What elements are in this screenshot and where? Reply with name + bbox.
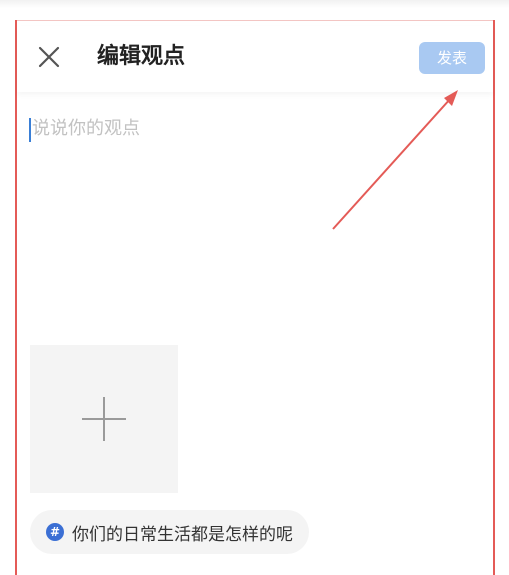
annotation-frame-top bbox=[15, 20, 495, 21]
topic-label: 你们的日常生活都是怎样的呢 bbox=[72, 524, 293, 545]
add-image-button[interactable] bbox=[30, 345, 178, 493]
topic-chip[interactable]: # 你们的日常生活都是怎样的呢 bbox=[30, 510, 309, 554]
editor-header: 编辑观点 发表 bbox=[17, 26, 493, 92]
hashtag-icon: # bbox=[46, 523, 64, 541]
screen: 编辑观点 发表 # 你们的日常生活都是怎样的呢 bbox=[0, 0, 509, 575]
annotation-arrow-head bbox=[444, 90, 458, 106]
close-icon bbox=[38, 46, 60, 68]
plus-icon bbox=[82, 397, 126, 441]
annotation-frame-left bbox=[15, 20, 17, 575]
text-caret bbox=[29, 118, 31, 142]
opinion-input[interactable] bbox=[28, 112, 478, 322]
close-button[interactable] bbox=[37, 45, 61, 69]
status-bar-remnant bbox=[0, 0, 509, 8]
annotation-frame-right bbox=[493, 20, 495, 575]
page-title: 编辑观点 bbox=[97, 44, 186, 69]
publish-button[interactable]: 发表 bbox=[419, 42, 485, 74]
